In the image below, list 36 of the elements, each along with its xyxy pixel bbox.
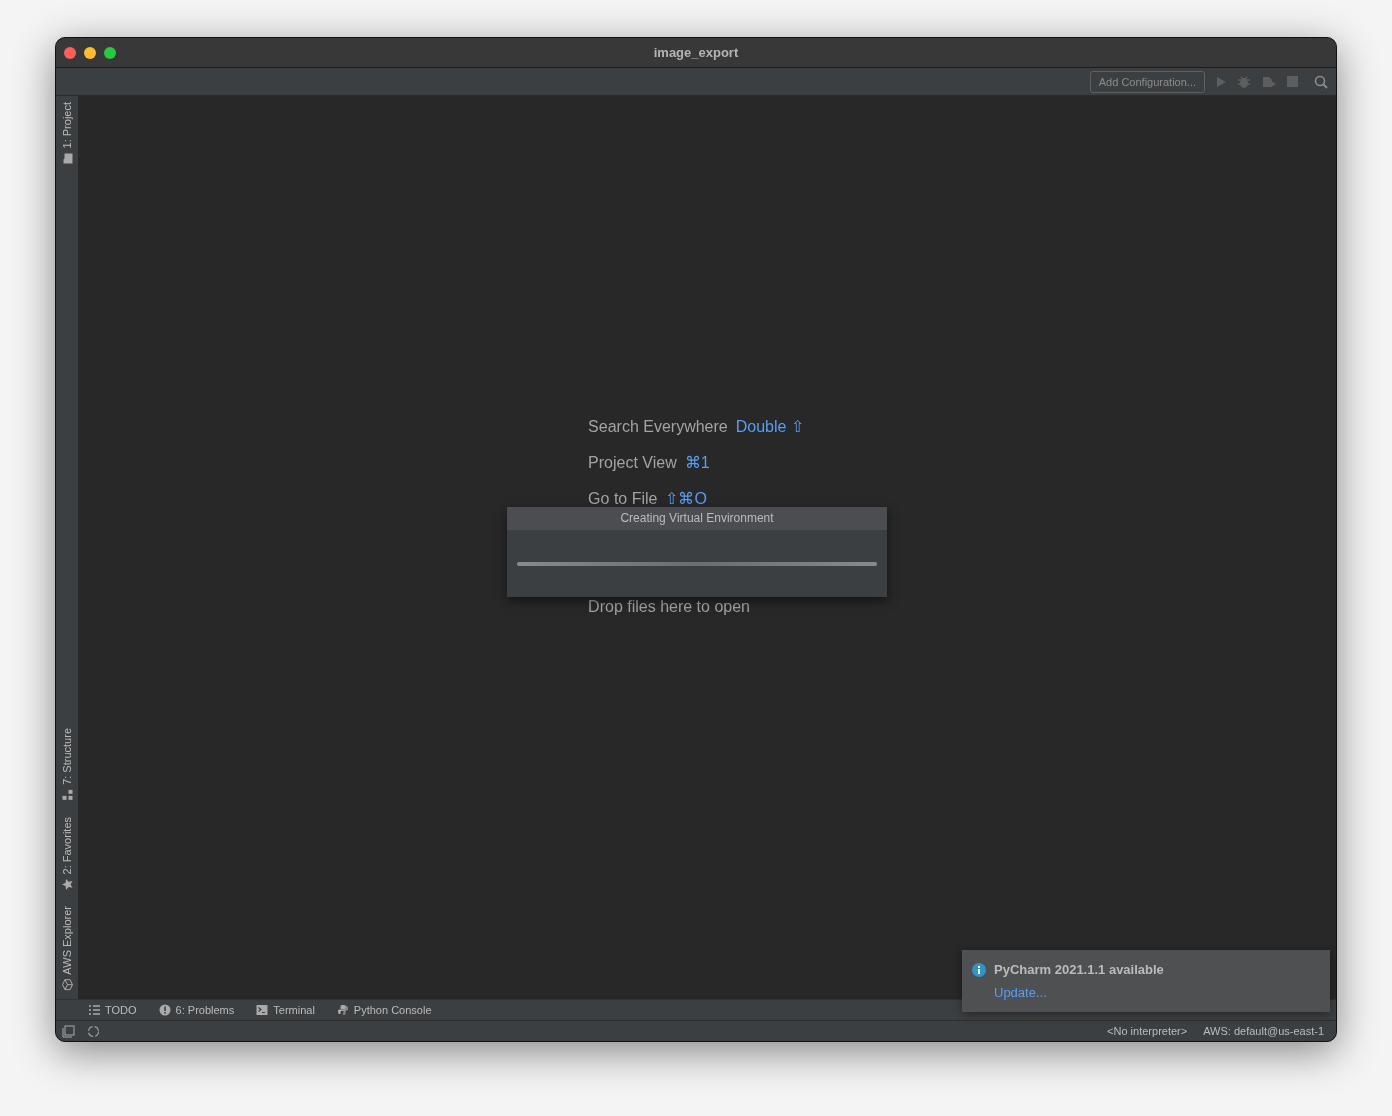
tool-window-tab[interactable]: 1: Project	[58, 102, 76, 149]
hint-text: Drop files here to open	[588, 596, 751, 617]
info-icon	[972, 962, 986, 977]
zoom-button[interactable]	[104, 47, 116, 59]
panel-icon[interactable]	[62, 1024, 75, 1038]
add-configuration-button[interactable]: Add Configuration...	[1089, 70, 1205, 93]
notification-title: PyCharm 2021.1.1 available	[994, 961, 1164, 979]
spinner-icon	[87, 1024, 100, 1038]
cube-icon	[61, 979, 73, 991]
search-icon[interactable]	[1314, 74, 1328, 89]
run-icon[interactable]	[1215, 75, 1227, 88]
tool-window-tab[interactable]: Python Console	[336, 1001, 432, 1019]
window-title: image_export	[653, 43, 739, 62]
tool-window-tab[interactable]: Terminal	[256, 1001, 315, 1019]
dialog-title: Creating Virtual Environment	[507, 507, 887, 530]
debug-icon[interactable]	[1237, 74, 1251, 89]
folder-icon	[61, 152, 73, 165]
status-text[interactable]: AWS: default@us-east-1	[1203, 1022, 1324, 1040]
hint-text: Project View ⌘1	[588, 452, 711, 473]
hint-text: Search Everywhere Double ⇧	[588, 416, 804, 437]
close-button[interactable]	[64, 47, 76, 59]
status-text[interactable]: <No interpreter>	[1107, 1022, 1188, 1040]
alert-icon	[158, 1004, 171, 1016]
hint-text: Go to File ⇧⌘O	[588, 488, 708, 509]
tool-window-tab[interactable]: AWS Explorer	[58, 906, 76, 975]
tool-window-tab[interactable]: 7: Structure	[58, 728, 76, 785]
tool-window-tab[interactable]: TODO	[88, 1001, 137, 1019]
minimize-button[interactable]	[84, 47, 96, 59]
python-icon	[336, 1004, 349, 1016]
list-icon	[88, 1004, 100, 1016]
structure-icon	[61, 788, 73, 801]
tool-window-tab[interactable]: 6: Problems	[158, 1001, 235, 1019]
update-link[interactable]: Update...	[994, 984, 1047, 1000]
star-icon	[61, 878, 73, 891]
terminal-icon	[256, 1004, 269, 1016]
tool-window-tab[interactable]: 2: Favorites	[58, 816, 76, 875]
